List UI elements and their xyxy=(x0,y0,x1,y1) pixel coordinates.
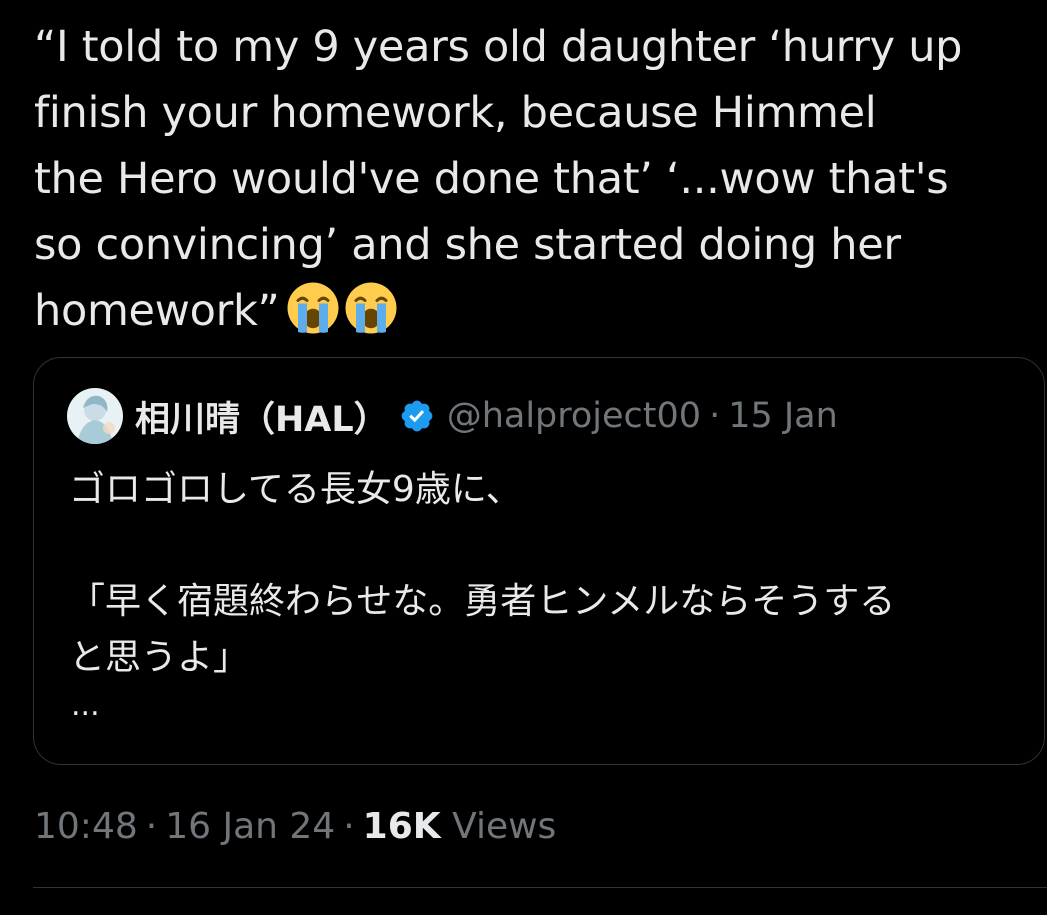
tweet-date[interactable]: 16 Jan 24 xyxy=(165,806,335,847)
quoted-author-name[interactable]: 相川晴（HAL） xyxy=(135,391,389,442)
quoted-text-blank-line xyxy=(69,518,1019,574)
quoted-text-line: と思うよ」 xyxy=(69,637,250,678)
quoted-tweet-date[interactable]: 15 Jan xyxy=(728,396,838,436)
views-label: Views xyxy=(452,806,557,847)
views-count[interactable]: 16K xyxy=(363,806,441,847)
tweet-text-line: finish your homework, because Himmel xyxy=(34,88,877,138)
tweet-text-line: the Hero would've done that’ ‘...wow tha… xyxy=(34,154,949,204)
tweet-text: “I told to my 9 years old daughter ‘hurr… xyxy=(34,14,1024,344)
quoted-author-handle[interactable]: @halproject00 xyxy=(447,396,701,436)
quoted-text-line: ゴロゴロしてる長女9歳に、 xyxy=(69,469,522,510)
tweet-text-line: “I told to my 9 years old daughter ‘hurr… xyxy=(34,22,963,72)
loudly-crying-face-icon xyxy=(345,282,397,334)
separator-dot: · xyxy=(709,396,721,436)
divider xyxy=(33,887,1047,888)
separator-dot: · xyxy=(145,806,158,847)
avatar[interactable] xyxy=(67,388,123,444)
tweet-text-line-last: homework” xyxy=(34,278,1024,344)
tweet-metadata: 10:48 · 16 Jan 24 · 16K Views xyxy=(34,806,556,847)
loudly-crying-face-icon xyxy=(287,282,339,334)
quoted-tweet-body: ゴロゴロしてる長女9歳に、 「早く宿題終わらせな。勇者ヒンメルならそうする と思… xyxy=(69,462,1019,686)
show-more-ellipsis[interactable]: ... xyxy=(71,688,100,723)
quoted-tweet-header: 相川晴（HAL） @halproject00 · 15 Jan xyxy=(67,386,838,446)
tweet-time[interactable]: 10:48 xyxy=(34,806,138,847)
tweet-text-line: so convincing’ and she started doing her xyxy=(34,220,901,270)
separator-dot: · xyxy=(343,806,355,847)
verified-badge-icon xyxy=(401,400,433,432)
quoted-tweet-card[interactable]: 相川晴（HAL） @halproject00 · 15 Jan ゴロゴロしてる長… xyxy=(33,357,1045,765)
avatar-image xyxy=(67,388,123,444)
tweet-text-line-content: homework” xyxy=(34,286,280,336)
quoted-text-line: 「早く宿題終わらせな。勇者ヒンメルならそうする xyxy=(69,581,896,622)
